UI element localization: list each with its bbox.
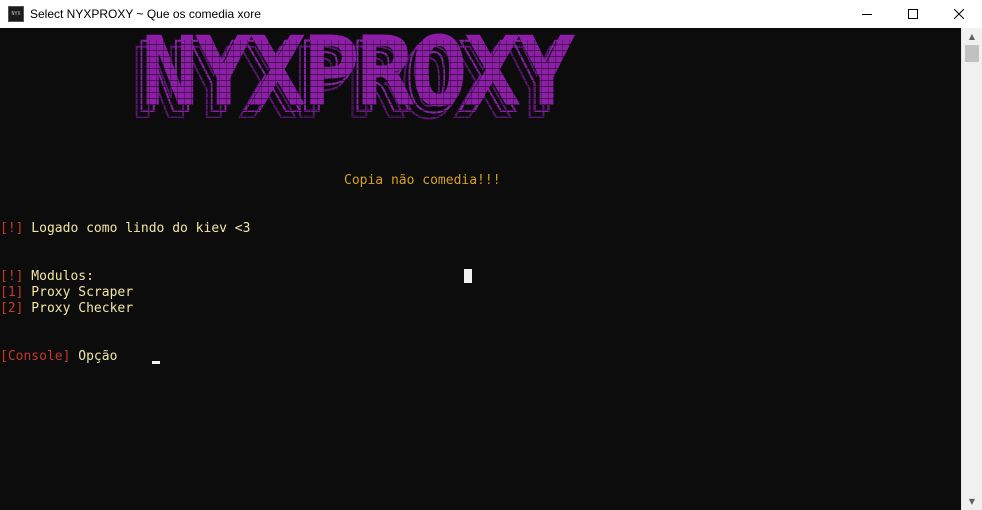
status-tag: [!] [0,221,24,236]
maximize-icon [908,9,918,19]
title-bar[interactable]: NYX Select NYXPROXY ~ Que os comedia xor… [0,0,982,28]
prompt-tag: [Console] [0,349,71,364]
module-tag: [1] [0,285,24,300]
module-label: Proxy Checker [23,301,134,316]
banner-title: NYXPROXY [141,28,575,128]
window-title: Select NYXPROXY ~ Que os comedia xore [30,7,261,21]
arrow-down-icon: ▼ [968,496,976,506]
arrow-up-icon: ▲ [968,31,976,41]
modules-header-tag: [!] [0,269,24,284]
input-caret [152,361,160,364]
console-output[interactable]: NYXPROXY NYXPROXY NYXPROXY Copia não com… [0,28,961,510]
scroll-up-button[interactable]: ▲ [962,28,982,45]
close-button[interactable] [936,0,982,28]
module-item-proxy-scraper: [1] Proxy Scraper [0,285,133,301]
app-icon: NYX [8,6,24,22]
scroll-down-button[interactable]: ▼ [962,493,982,510]
modules-header-text: Modulos: [23,269,94,284]
ascii-banner: NYXPROXY NYXPROXY NYXPROXY [130,28,695,135]
scrollbar-thumb[interactable] [965,45,979,62]
module-label: Proxy Scraper [23,285,134,300]
status-text: Logado como lindo do kiev <3 [23,221,251,236]
minimize-button[interactable] [844,0,890,28]
window-controls [844,0,982,28]
minimize-icon [862,14,872,15]
modules-header-line: [!] Modulos: [0,269,94,285]
module-item-proxy-checker: [2] Proxy Checker [0,301,133,317]
maximize-button[interactable] [890,0,936,28]
console-prompt[interactable]: [Console] Opção [0,349,117,365]
subtitle-line: Copia não comedia!!! [344,173,501,188]
vertical-scrollbar[interactable]: ▲ ▼ [961,28,982,510]
console-window: NYX Select NYXPROXY ~ Que os comedia xor… [0,0,982,510]
mouse-text-cursor [464,269,472,283]
module-tag: [2] [0,301,24,316]
close-icon [954,9,964,19]
prompt-text: Opção [70,349,118,364]
status-line: [!] Logado como lindo do kiev <3 [0,221,250,237]
